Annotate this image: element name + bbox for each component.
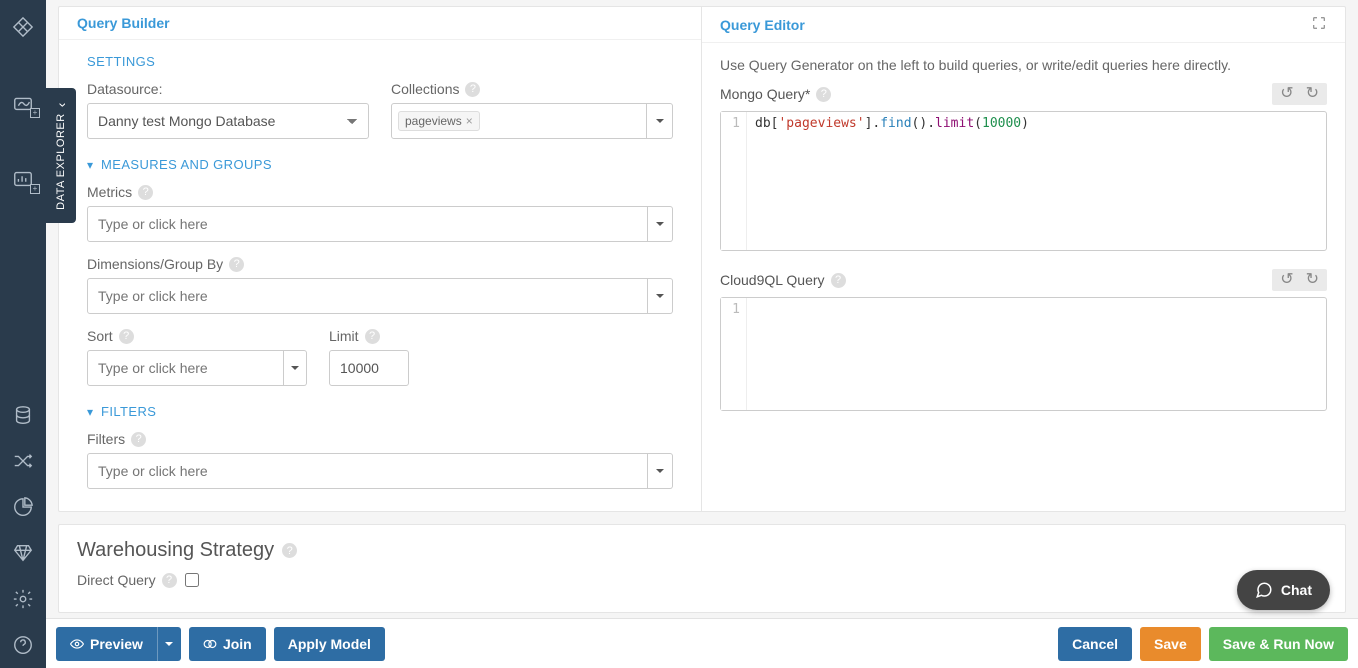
- mongo-toolbox: ↺ ↻: [1272, 83, 1327, 105]
- datasource-select[interactable]: Danny test Mongo Database: [87, 103, 369, 139]
- data-explorer-tab[interactable]: DATA EXPLORER: [46, 88, 76, 223]
- help-icon[interactable]: ?: [162, 573, 177, 588]
- help-icon[interactable]: ?: [119, 329, 134, 344]
- mongo-query-label: Mongo Query* ?: [720, 86, 831, 102]
- chat-button[interactable]: Chat: [1237, 570, 1330, 610]
- sort-input[interactable]: [87, 350, 284, 386]
- help-icon[interactable]: ?: [816, 87, 831, 102]
- mongo-code[interactable]: db['pageviews'].find().limit(10000): [747, 112, 1326, 250]
- filters-dropdown-button[interactable]: [648, 453, 673, 489]
- join-button[interactable]: Join: [189, 627, 266, 661]
- metrics-label: Metrics ?: [87, 184, 673, 200]
- data-explorer-label: DATA EXPLORER: [53, 102, 69, 210]
- nav-logo-icon[interactable]: [0, 4, 46, 50]
- nav-chart-icon[interactable]: +: [0, 156, 46, 202]
- gutter: 1: [721, 298, 747, 410]
- dimensions-input[interactable]: [87, 278, 648, 314]
- preview-button[interactable]: Preview: [56, 627, 157, 661]
- preview-dropdown-button[interactable]: [157, 627, 181, 661]
- query-builder-column: Query Builder SETTINGS Datasource: Danny…: [59, 7, 702, 511]
- mongo-query-editor[interactable]: 1 db['pageviews'].find().limit(10000): [720, 111, 1327, 251]
- help-icon[interactable]: ?: [465, 82, 480, 97]
- help-icon[interactable]: ?: [831, 273, 846, 288]
- help-icon[interactable]: ?: [365, 329, 380, 344]
- collections-label: Collections ?: [391, 81, 673, 97]
- warehousing-title: Warehousing Strategy ?: [77, 539, 1327, 562]
- sort-dropdown-button[interactable]: [284, 350, 307, 386]
- query-editor-title: Query Editor: [720, 17, 805, 33]
- query-editor-column: Query Editor Use Query Generator on the …: [702, 7, 1345, 511]
- cancel-button[interactable]: Cancel: [1058, 627, 1132, 661]
- nav-help-icon[interactable]: [0, 622, 46, 668]
- nav-shuffle-icon[interactable]: [0, 438, 46, 484]
- nav-dashboard-icon[interactable]: +: [0, 80, 46, 126]
- metrics-dropdown-button[interactable]: [648, 206, 673, 242]
- cloud9-code[interactable]: [747, 298, 1326, 410]
- apply-model-button[interactable]: Apply Model: [274, 627, 385, 661]
- cloud9ql-editor[interactable]: 1: [720, 297, 1327, 411]
- help-icon[interactable]: ?: [138, 185, 153, 200]
- dimensions-dropdown-button[interactable]: [648, 278, 673, 314]
- redo-icon[interactable]: ↻: [1306, 272, 1319, 288]
- query-builder-title: Query Builder: [77, 15, 170, 31]
- nav-database-icon[interactable]: [0, 392, 46, 438]
- measures-section-toggle[interactable]: ▾ MEASURES AND GROUPS: [87, 157, 673, 172]
- query-panel: Query Builder SETTINGS Datasource: Danny…: [58, 6, 1346, 512]
- gutter: 1: [721, 112, 747, 250]
- filters-input[interactable]: [87, 453, 648, 489]
- undo-icon[interactable]: ↺: [1280, 86, 1293, 102]
- sort-label: Sort ?: [87, 328, 307, 344]
- chevron-down-icon: ▾: [87, 405, 93, 419]
- footer-action-bar: Preview Join Apply Model Cancel Save Sav…: [46, 618, 1358, 668]
- expand-icon[interactable]: [1311, 15, 1327, 34]
- limit-label: Limit ?: [329, 328, 409, 344]
- dimensions-label: Dimensions/Group By ?: [87, 256, 673, 272]
- left-nav: + +: [0, 0, 46, 668]
- settings-section-title: SETTINGS: [87, 54, 673, 69]
- chat-label: Chat: [1281, 582, 1312, 598]
- warehousing-panel: Warehousing Strategy ? Direct Query ?: [58, 524, 1346, 613]
- direct-query-checkbox[interactable]: [185, 573, 199, 587]
- nav-gear-icon[interactable]: [0, 576, 46, 622]
- limit-input[interactable]: [329, 350, 409, 386]
- collection-token: pageviews ×: [398, 111, 480, 131]
- save-button[interactable]: Save: [1140, 627, 1201, 661]
- remove-token-icon[interactable]: ×: [466, 114, 473, 128]
- chevron-down-icon: ▾: [87, 158, 93, 172]
- collections-input[interactable]: pageviews ×: [391, 103, 647, 139]
- redo-icon[interactable]: ↻: [1306, 86, 1319, 102]
- undo-icon[interactable]: ↺: [1280, 272, 1293, 288]
- filters-section-toggle[interactable]: ▾ FILTERS: [87, 404, 673, 419]
- cloud9ql-label: Cloud9QL Query ?: [720, 272, 846, 288]
- direct-query-label: Direct Query ?: [77, 572, 177, 588]
- nav-pie-icon[interactable]: [0, 484, 46, 530]
- help-icon[interactable]: ?: [282, 543, 297, 558]
- nav-diamond-icon[interactable]: [0, 530, 46, 576]
- main-area: Query Builder SETTINGS Datasource: Danny…: [46, 0, 1358, 668]
- datasource-label: Datasource:: [87, 81, 369, 97]
- help-icon[interactable]: ?: [229, 257, 244, 272]
- help-icon[interactable]: ?: [131, 432, 146, 447]
- collections-dropdown-button[interactable]: [647, 103, 673, 139]
- editor-hint: Use Query Generator on the left to build…: [702, 57, 1345, 73]
- filters-label: Filters ?: [87, 431, 673, 447]
- save-run-button[interactable]: Save & Run Now: [1209, 627, 1348, 661]
- cloud9-toolbox: ↺ ↻: [1272, 269, 1327, 291]
- metrics-input[interactable]: [87, 206, 648, 242]
